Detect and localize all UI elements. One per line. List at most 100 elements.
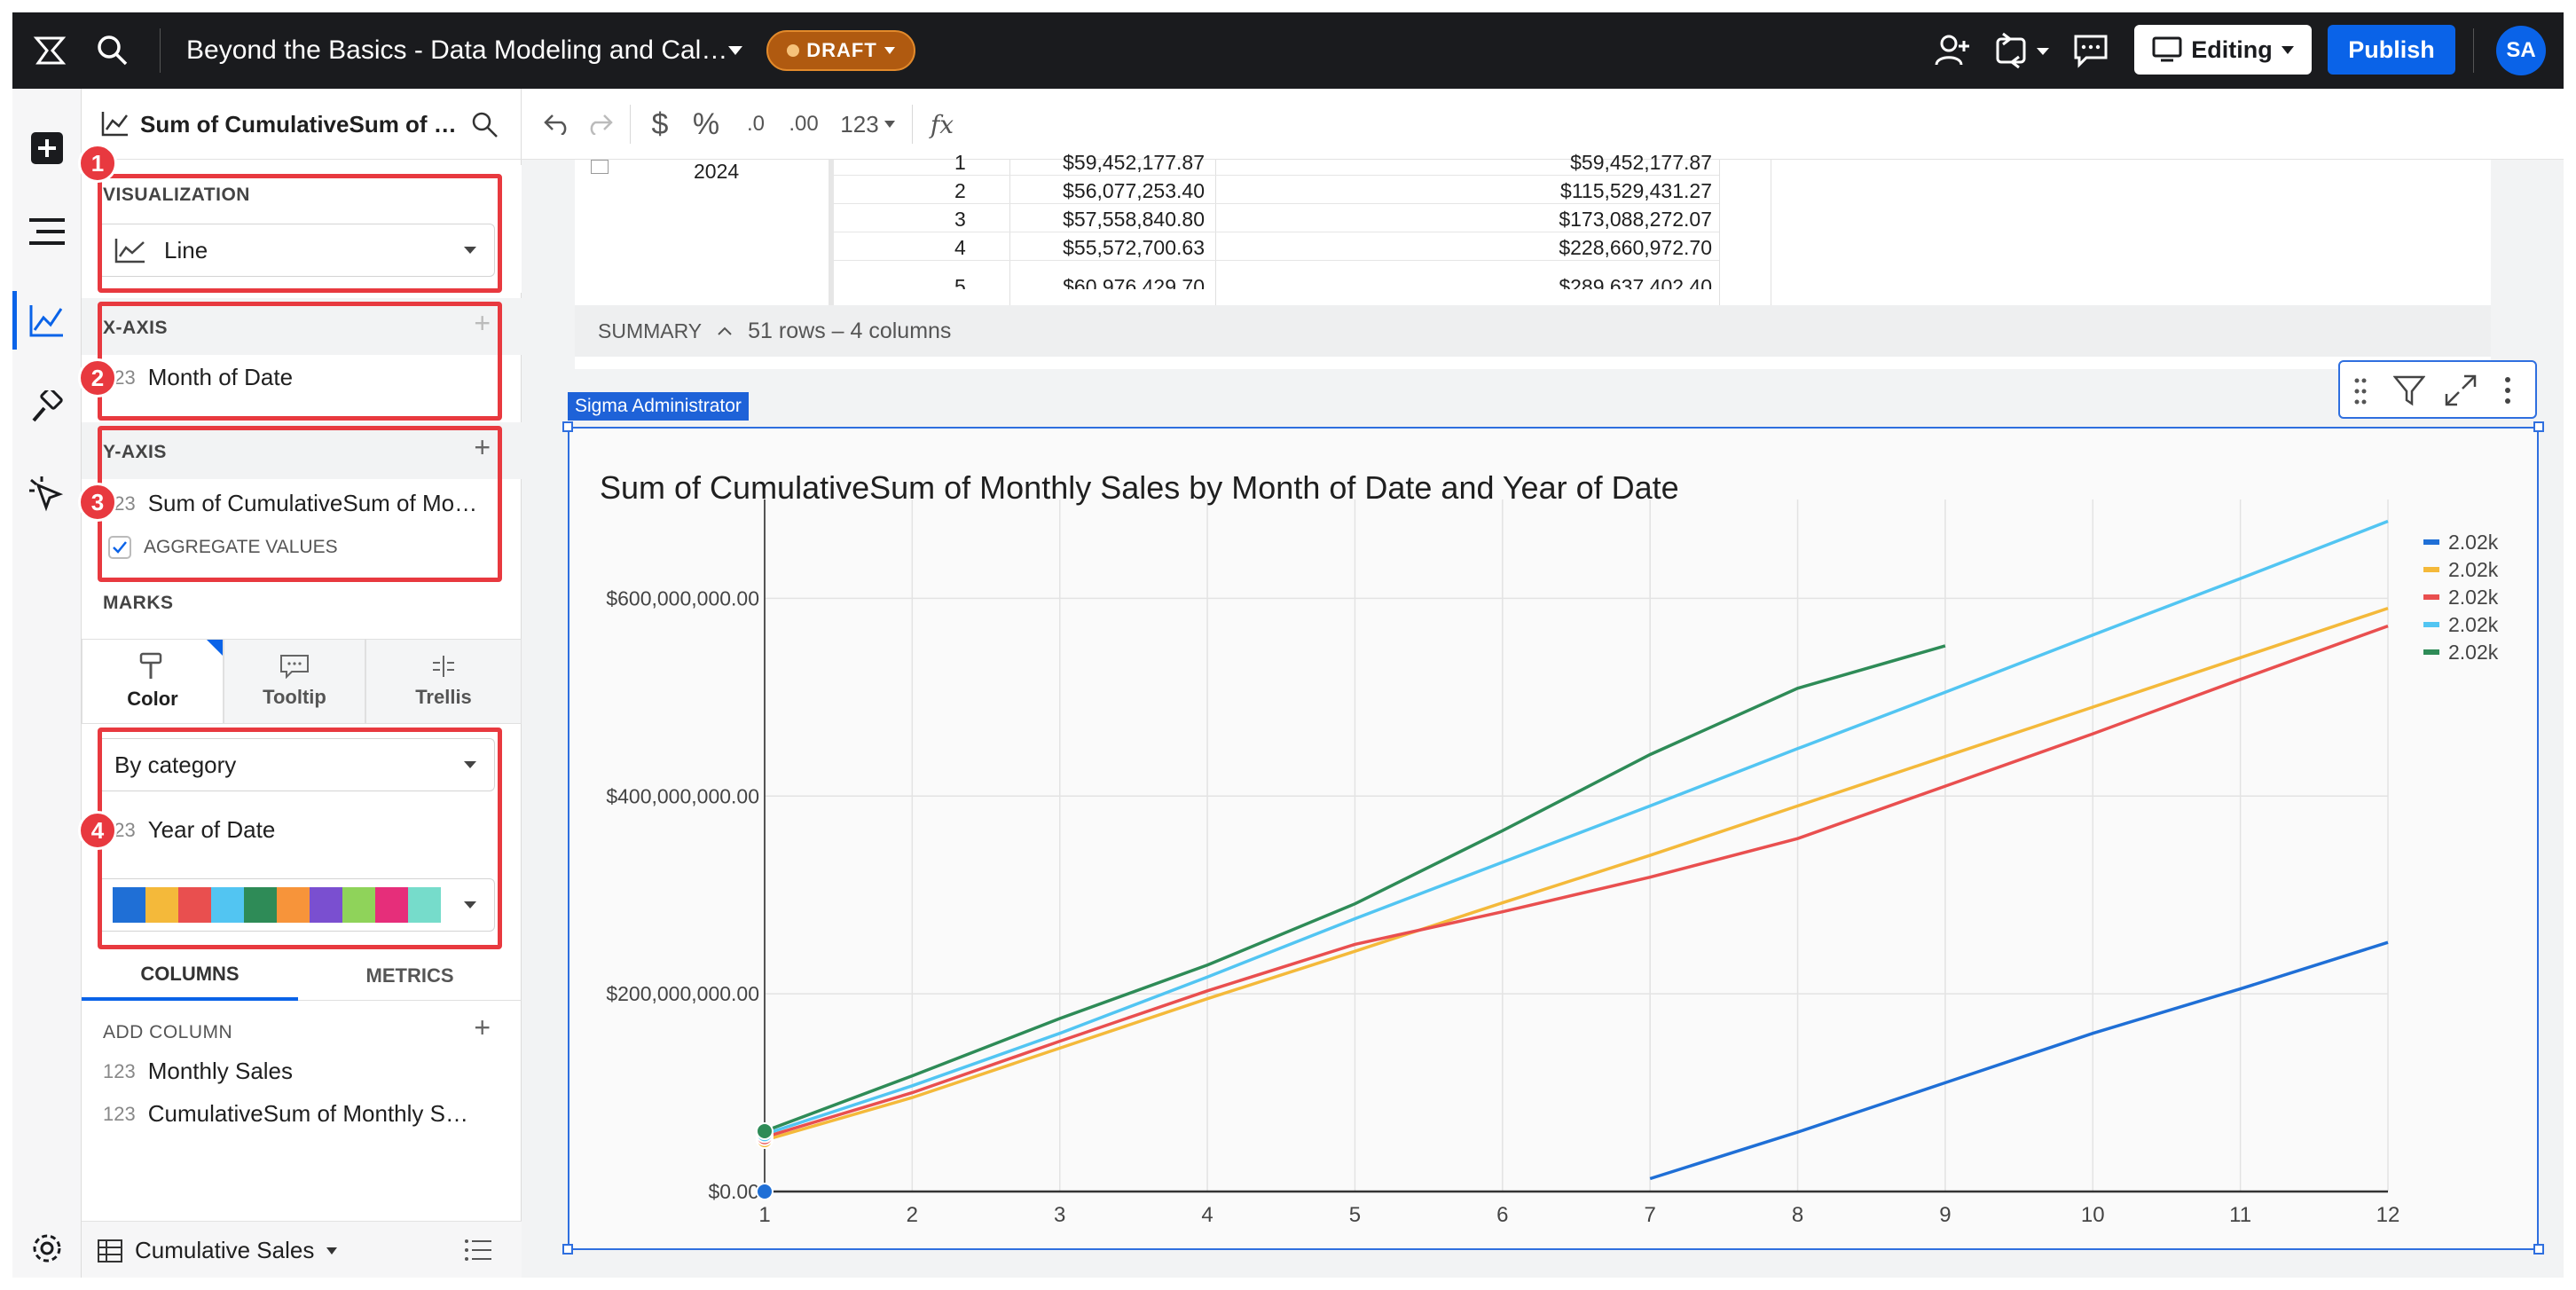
resize-handle[interactable] (562, 1244, 573, 1255)
user-avatar[interactable]: SA (2496, 26, 2546, 75)
line-chart-icon (101, 110, 130, 141)
outline-icon[interactable] (25, 209, 69, 254)
settings-gear-icon[interactable] (25, 1226, 69, 1270)
x-tick-label: 6 (1496, 1203, 1508, 1227)
month-cell: 4 (954, 236, 966, 259)
resize-handle[interactable] (562, 421, 573, 432)
data-source-name: Cumulative Sales (135, 1237, 315, 1263)
format-brush-icon[interactable] (25, 385, 69, 429)
selected-user-tag: Sigma Administrator (568, 392, 749, 421)
highlight-box-x-axis (98, 302, 502, 421)
sync-icon[interactable] (1992, 28, 2054, 73)
actions-cursor-icon[interactable] (25, 472, 69, 516)
document-title[interactable]: Beyond the Basics - Data Modeling and Ca… (186, 12, 727, 89)
x-tick-label: 8 (1792, 1203, 1803, 1227)
marks-tab-tooltip[interactable]: Tooltip (224, 639, 365, 724)
table-row[interactable]: 1 $59,452,177.87 $59,452,177.87 (834, 147, 1719, 176)
summary-info: 51 rows – 4 columns (748, 318, 952, 343)
add-user-icon[interactable] (1930, 28, 1975, 73)
y-tick-label: $600,000,000.00 (606, 586, 759, 610)
app-window: Beyond the Basics - Data Modeling and Ca… (12, 12, 2564, 1278)
marks-tab-color-label: Color (127, 688, 178, 710)
resize-handle[interactable] (2533, 1244, 2544, 1255)
annotation-marker-3: 3 (78, 483, 117, 522)
chart-element[interactable]: $0.00 $200,000,000.00 $400,000,000.00 $600,… (568, 427, 2539, 1250)
data-source-selector[interactable]: Cumulative Sales (98, 1237, 338, 1264)
x-tick-label: 11 (2229, 1203, 2251, 1227)
cumulative-cell: $289,637,402.40 (1559, 275, 1712, 289)
table-row[interactable]: 4 $55,572,700.63 $228,660,972.70 (834, 232, 1719, 261)
drag-handle-icon[interactable] (2354, 378, 2367, 409)
legend-label: 2.02k (2448, 613, 2499, 636)
series-line (764, 519, 2389, 1137)
resize-handle[interactable] (2533, 421, 2544, 432)
legend-label: 2.02k (2448, 558, 2499, 581)
filter-icon[interactable] (2392, 374, 2426, 411)
column-item[interactable]: 123 Monthly Sales (103, 1058, 293, 1085)
cumulative-cell: $228,660,972.70 (1559, 236, 1712, 259)
chart-toolbar (2338, 360, 2537, 419)
currency-format-button[interactable]: $ (642, 89, 678, 160)
tab-metrics[interactable]: METRICS (298, 951, 522, 1001)
series-point (756, 1183, 774, 1200)
marks-tab-trellis[interactable]: Trellis (365, 639, 522, 724)
table-row[interactable]: 3 $57,558,840.80 $173,088,272.07 (834, 204, 1719, 232)
summary-label: SUMMARY (598, 319, 703, 342)
y-tick-label: $0.00 (708, 1180, 759, 1203)
more-options-icon[interactable] (2503, 376, 2512, 409)
panel-search-icon[interactable] (470, 110, 499, 143)
chart-title: Sum of CumulativeSum of Monthly Sales by… (600, 469, 1679, 506)
draft-badge[interactable]: DRAFT (766, 30, 915, 71)
chart-config-icon[interactable] (25, 298, 69, 342)
marks-tab-trellis-label: Trellis (415, 686, 472, 708)
highlight-box-y-axis (98, 426, 502, 582)
summary-chevron-up-icon[interactable] (718, 326, 732, 335)
series-line (764, 624, 2389, 1139)
column-type: 123 (103, 1059, 136, 1082)
editing-mode-button[interactable]: Editing (2134, 25, 2312, 75)
percent-format-button[interactable]: % (687, 89, 726, 160)
tab-metrics-label: METRICS (365, 964, 454, 987)
cumulative-cell: $173,088,272.07 (1559, 208, 1712, 231)
publish-button[interactable]: Publish (2328, 25, 2455, 75)
title-chevron-down-icon[interactable] (724, 39, 747, 62)
tab-columns[interactable]: COLUMNS (82, 951, 298, 1001)
table-row[interactable]: 2 $56,077,253.40 $115,529,431.27 (834, 176, 1719, 204)
undo-icon[interactable] (539, 89, 575, 160)
search-icon[interactable] (90, 28, 135, 73)
line-chart[interactable]: $0.00 $200,000,000.00 $400,000,000.00 $600,… (569, 429, 2541, 1252)
draft-dot-icon (787, 44, 800, 57)
legend-label: 2.02k (2448, 531, 2499, 554)
marks-label: MARKS (103, 593, 174, 613)
annotation-marker-4: 4 (78, 811, 117, 850)
add-element-icon[interactable] (25, 126, 69, 170)
annotation-marker-2: 2 (78, 358, 117, 397)
x-tick-label: 7 (1645, 1203, 1656, 1227)
left-rail (12, 89, 82, 1278)
legend-label: 2.02k (2448, 586, 2499, 609)
series-point (756, 1122, 774, 1141)
table-collapse-icon[interactable] (591, 160, 609, 174)
table-icon (98, 1239, 122, 1262)
table-row[interactable]: 5 $60,976,429.70 $289,637,402.40 (834, 261, 1719, 289)
sigma-logo-icon[interactable] (28, 28, 73, 73)
panel-title[interactable]: Sum of CumulativeSum of … (140, 89, 463, 160)
marks-tab-color[interactable]: Color (82, 639, 224, 724)
highlight-box-visualization (98, 174, 502, 293)
table-summary-bar[interactable]: SUMMARY 51 rows – 4 columns (575, 305, 2491, 357)
decrease-decimals-label: .0 (746, 112, 765, 136)
column-name: CumulativeSum of Monthly S… (147, 1100, 468, 1127)
expand-icon[interactable] (2445, 374, 2477, 411)
comments-icon[interactable] (2069, 28, 2113, 73)
add-column-icon[interactable]: + (474, 1011, 491, 1044)
column-item[interactable]: 123 CumulativeSum of Monthly S… (103, 1100, 468, 1128)
increase-decimals-button[interactable]: .00 (781, 89, 827, 160)
draft-chevron-icon (884, 47, 895, 54)
redo-icon[interactable] (582, 89, 617, 160)
list-view-icon[interactable] (465, 1239, 491, 1266)
x-tick-label: 12 (2376, 1203, 2400, 1227)
sales-cell: $55,572,700.63 (1063, 236, 1205, 259)
decrease-decimals-button[interactable]: .0 (738, 89, 774, 160)
x-tick-label: 10 (2081, 1203, 2105, 1227)
number-format-label: 123 (840, 110, 879, 138)
